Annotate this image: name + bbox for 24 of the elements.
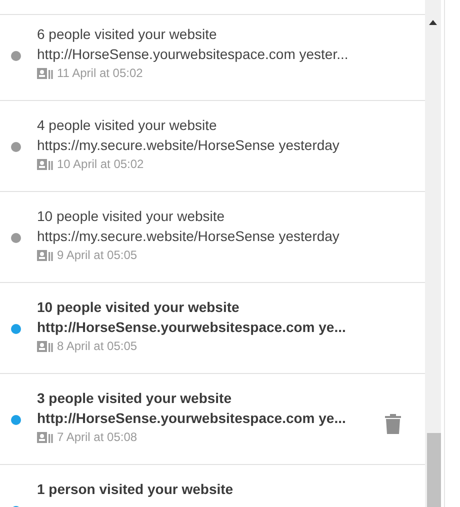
scroll-up-icon[interactable]	[429, 20, 437, 25]
notification-detail: https://my.secure.website/HorseSense yesterday	[37, 137, 340, 153]
notification-date: 11 April at 05:02	[57, 66, 143, 80]
notification-title: 4 people visited your website	[37, 117, 218, 133]
notification-date: 7 April at 05:08	[57, 430, 138, 444]
notification-detail: https://my.secure.website/HorseSense yesterday	[37, 228, 340, 244]
notification-title: 1 person visited your website	[37, 481, 234, 497]
notification-title: 10 people visited your website	[37, 299, 240, 315]
contact-card-icon	[37, 340, 53, 352]
contact-card-icon	[37, 250, 53, 260]
notification-date: 9 April at 05:05	[57, 248, 138, 262]
contact-card-icon	[37, 158, 53, 170]
notification-title: 10 people visited your website	[37, 208, 226, 224]
notification-date: 8 April at 05:05	[57, 339, 138, 353]
notification-detail: http://HorseSense.yourwebsitespace.com yester...	[37, 46, 350, 62]
notification-title: 3 people visited your website	[37, 390, 233, 406]
contact-card-icon	[37, 432, 53, 442]
notification-title: 6 people visited your website	[37, 26, 218, 42]
trash-icon[interactable]	[385, 414, 401, 434]
scrollbar-thumb[interactable]	[427, 433, 441, 507]
contact-card-icon	[37, 68, 53, 78]
notification-date: 10 April at 05:02	[57, 157, 144, 171]
notification-detail: http://HorseSense.yourwebsitespace.com ye...	[37, 410, 347, 426]
notification-detail: http://HorseSense.yourwebsitespace.com ye...	[37, 319, 347, 335]
